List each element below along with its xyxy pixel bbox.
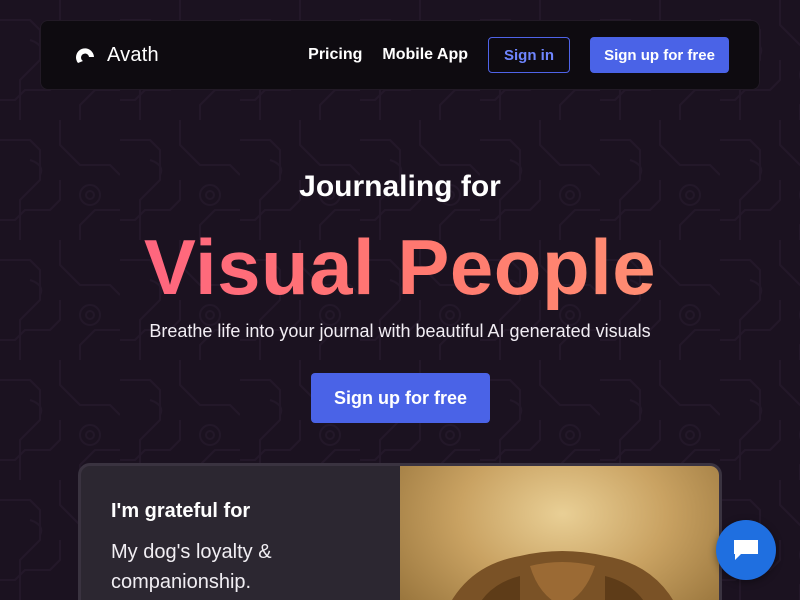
dog-illustration — [452, 551, 673, 600]
hero-sign-up-button[interactable]: Sign up for free — [311, 373, 490, 423]
card-text: I'm grateful for My dog's loyalty & comp… — [111, 500, 391, 597]
card-heading: I'm grateful for — [111, 500, 251, 522]
hero-title: Visual People — [0, 222, 800, 313]
top-navbar: Avath Pricing Mobile App Sign in Sign up… — [40, 20, 760, 90]
hero-subtitle: Breathe life into your journal with beau… — [149, 321, 651, 341]
chat-button[interactable] — [716, 520, 776, 580]
sign-in-button[interactable]: Sign in — [488, 37, 570, 73]
nav-link-mobile-app[interactable]: Mobile App — [382, 46, 468, 64]
brand[interactable]: Avath — [75, 44, 159, 67]
brand-name: Avath — [107, 43, 159, 66]
avath-logo-icon — [76, 48, 94, 63]
nav-link-pricing[interactable]: Pricing — [308, 46, 362, 64]
nav-links: Pricing Mobile App Sign in Sign up for f… — [308, 37, 729, 73]
dog-image — [400, 466, 719, 600]
chat-bubble-icon — [734, 540, 758, 560]
nav-sign-up-button[interactable]: Sign up for free — [590, 37, 729, 73]
journal-preview-card: I'm grateful for My dog's loyalty & comp… — [78, 463, 722, 600]
hero-kicker: Journaling for — [299, 170, 501, 203]
card-body: My dog's loyalty & companionship. — [111, 541, 272, 593]
